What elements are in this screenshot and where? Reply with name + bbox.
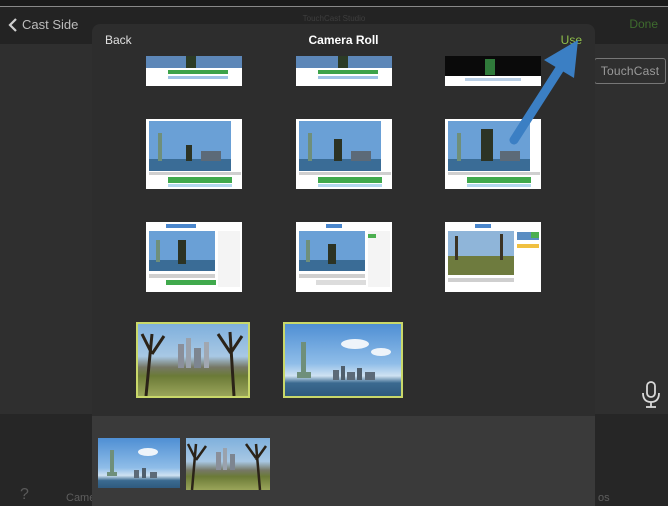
help-icon[interactable]: ? — [20, 486, 29, 504]
tray-thumbnail[interactable] — [98, 438, 180, 488]
done-button[interactable]: Done — [629, 17, 658, 31]
selected-photos-tray — [92, 416, 595, 506]
tray-thumbnail[interactable] — [186, 438, 270, 490]
photo-thumbnail[interactable] — [146, 119, 242, 189]
photo-thumbnail[interactable] — [296, 222, 392, 292]
arrow-pointing-to-use-icon — [509, 40, 578, 145]
window-top-strip — [0, 0, 668, 7]
microphone-icon — [642, 381, 660, 408]
photo-thumbnail[interactable] — [296, 56, 392, 86]
photo-thumbnail[interactable] — [146, 56, 242, 86]
studio-title: TouchCast Studio — [302, 14, 366, 23]
microphone-button[interactable] — [638, 379, 664, 411]
photo-thumbnail[interactable] — [445, 222, 541, 292]
touchcast-logo: TouchCast — [594, 58, 666, 84]
photo-thumbnail[interactable] — [146, 222, 242, 292]
photo-thumbnail-selected[interactable] — [283, 322, 403, 398]
photo-thumbnail[interactable] — [296, 119, 392, 189]
camera-tab-label[interactable]: Came — [66, 492, 95, 504]
videos-tab-label[interactable]: os — [598, 492, 610, 504]
photo-thumbnail-selected[interactable] — [136, 322, 250, 398]
